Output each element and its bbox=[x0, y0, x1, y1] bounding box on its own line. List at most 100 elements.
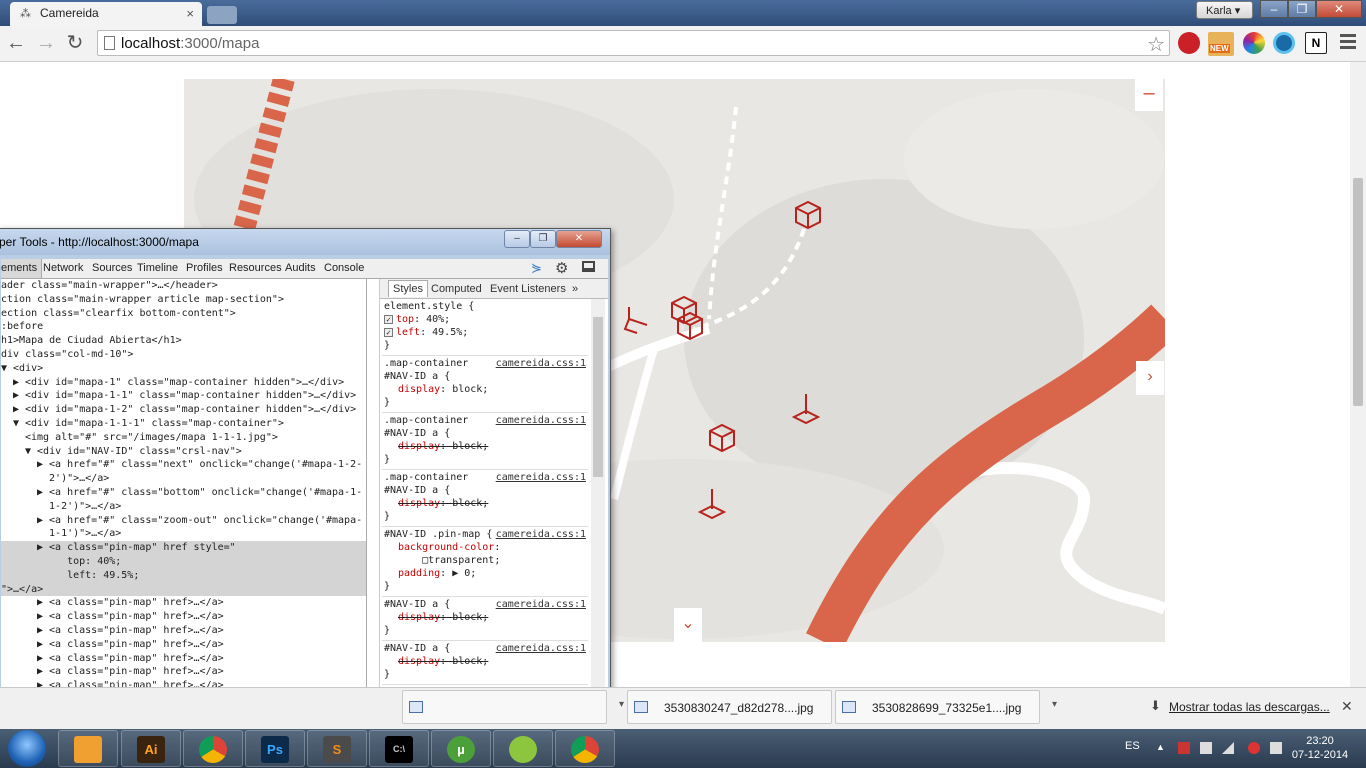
chrome-menu-icon[interactable] bbox=[1340, 34, 1356, 52]
dom-node-line[interactable]: ▶ <div id="mapa-1-2" class="map-containe… bbox=[1, 403, 366, 417]
dom-node-line[interactable]: ▶ <a class="pin-map" href style=" bbox=[1, 541, 366, 555]
css-declaration[interactable]: background-color: bbox=[398, 542, 506, 553]
css-declaration[interactable]: display: block; bbox=[398, 384, 488, 395]
devtools-titlebar[interactable]: per Tools - http://localhost:3000/mapa –… bbox=[0, 229, 610, 255]
dom-node-line[interactable]: <img alt="#" src="/images/mapa 1-1-1.jpg… bbox=[1, 431, 366, 445]
tab-elements[interactable]: ements bbox=[1, 259, 43, 278]
tab-computed[interactable]: Computed bbox=[431, 283, 482, 295]
dom-node-line[interactable]: 2')">…</a> bbox=[1, 472, 366, 486]
zoom-out-button[interactable]: – bbox=[1135, 79, 1163, 111]
taskbar-chrome-2[interactable] bbox=[555, 730, 615, 767]
dom-node-line[interactable]: ▶ <a href="#" class="next" onclick="chan… bbox=[1, 458, 366, 472]
dock-icon[interactable] bbox=[582, 261, 595, 272]
dom-node-line[interactable]: ▶ <a class="pin-map" href>…</a> bbox=[1, 638, 366, 652]
devtools-close-button[interactable]: ✕ bbox=[556, 230, 602, 248]
taskbar-chrome[interactable] bbox=[183, 730, 243, 767]
tray-app-icon[interactable] bbox=[1248, 742, 1260, 754]
taskbar-illustrator[interactable]: Ai bbox=[121, 730, 181, 767]
tab-resources[interactable]: Resources bbox=[229, 262, 282, 274]
dom-node-line[interactable]: ection class="clearfix bottom-content"> bbox=[1, 307, 366, 321]
download-item[interactable]: ▾ bbox=[402, 690, 624, 724]
taskbar-photoshop[interactable]: Ps bbox=[245, 730, 305, 767]
settings-gear-icon[interactable]: ⚙ bbox=[555, 259, 568, 277]
tab-console[interactable]: Console bbox=[324, 262, 364, 274]
css-declaration[interactable]: top: 40%; bbox=[396, 314, 450, 325]
start-button[interactable] bbox=[8, 730, 46, 767]
devtools-maximize-button[interactable]: ❐ bbox=[530, 230, 556, 248]
back-arrow-icon[interactable]: ← bbox=[4, 32, 28, 56]
dom-node-line[interactable]: top: 40%; bbox=[1, 554, 366, 569]
devtools-minimize-button[interactable]: – bbox=[504, 230, 530, 248]
tab-styles[interactable]: Styles bbox=[388, 280, 428, 297]
show-all-downloads-link[interactable]: Mostrar todas las descargas... bbox=[1169, 700, 1330, 714]
dom-node-line[interactable]: left: 49.5%; bbox=[1, 568, 366, 583]
css-rule[interactable]: .map-container camereida.css:1 #NAV-ID a {… bbox=[382, 356, 588, 413]
css-source-link[interactable]: camereida.css:1 bbox=[496, 357, 586, 370]
dropdown-arrow-icon[interactable]: ▾ bbox=[1052, 699, 1057, 710]
dom-node-line[interactable]: 1-2')">…</a> bbox=[1, 500, 366, 514]
bottom-map-button[interactable]: ⌄ bbox=[674, 608, 702, 642]
property-checkbox[interactable]: ✓ bbox=[384, 327, 393, 337]
address-bar[interactable]: localhost:3000/mapa ☆ bbox=[97, 30, 1170, 56]
clock[interactable]: 23:20 07-12-2014 bbox=[1290, 734, 1350, 762]
css-declaration[interactable]: left: 49.5%; bbox=[396, 327, 468, 338]
dom-tree[interactable]: ader class="main-wrapper">…</header> ctio… bbox=[1, 279, 367, 727]
css-rule[interactable]: .map-container camereida.css:1 #NAV-ID a {… bbox=[382, 413, 588, 470]
notion-icon[interactable]: N bbox=[1305, 32, 1327, 54]
window-maximize-button[interactable]: ❐ bbox=[1288, 0, 1316, 18]
tab-event-listeners[interactable]: Event Listeners bbox=[490, 283, 566, 295]
signal-icon[interactable] bbox=[1222, 742, 1234, 754]
new-extension-icon[interactable]: NEW bbox=[1208, 32, 1234, 56]
dom-node-line[interactable]: ▶ <a class="pin-map" href>…</a> bbox=[1, 665, 366, 679]
scrollbar-thumb[interactable] bbox=[1353, 178, 1363, 406]
tab-audits[interactable]: Audits bbox=[285, 262, 316, 274]
tab-close-icon[interactable]: × bbox=[186, 6, 194, 21]
dom-node-line[interactable]: ader class="main-wrapper">…</header> bbox=[1, 279, 366, 293]
css-rule[interactable]: .map-container camereida.css:1 #NAV-ID a {… bbox=[382, 470, 588, 527]
console-drawer-icon[interactable]: ⋟ bbox=[531, 260, 542, 276]
css-rule[interactable]: #NAV-ID a {camereida.css:1 display: block… bbox=[382, 641, 588, 685]
language-indicator[interactable]: ES bbox=[1125, 740, 1140, 752]
css-rule[interactable]: #NAV-ID a {camereida.css:1 display: block… bbox=[382, 597, 588, 641]
property-checkbox[interactable]: ✓ bbox=[384, 314, 393, 324]
dropdown-arrow-icon[interactable]: ▾ bbox=[619, 699, 624, 710]
window-close-button[interactable]: ✕ bbox=[1316, 0, 1362, 18]
dom-node-line[interactable]: 1-1')">…</a> bbox=[1, 527, 366, 541]
window-minimize-button[interactable]: – bbox=[1260, 0, 1288, 18]
css-source-link[interactable]: camereida.css:1 bbox=[496, 471, 586, 484]
more-tabs-icon[interactable]: » bbox=[572, 283, 578, 295]
css-declaration[interactable]: display: block; bbox=[398, 612, 488, 623]
tab-timeline[interactable]: Timeline bbox=[137, 262, 178, 274]
css-rule[interactable]: #NAV-ID .pin-map {camereida.css:1 backgro… bbox=[382, 527, 588, 597]
next-map-button[interactable]: › bbox=[1136, 361, 1164, 395]
taskbar-utorrent[interactable]: µ bbox=[431, 730, 491, 767]
bookmark-star-icon[interactable]: ☆ bbox=[1147, 32, 1165, 57]
pinterest-icon[interactable] bbox=[1178, 32, 1200, 54]
dom-node-line[interactable]: ▼ <div> bbox=[1, 362, 366, 376]
extension-circle-icon[interactable] bbox=[1273, 32, 1295, 54]
dom-node-line[interactable]: ▼ <div id="mapa-1-1-1" class="map-contai… bbox=[1, 417, 366, 431]
dom-node-line[interactable]: ">…</a> bbox=[1, 582, 366, 597]
css-source-link[interactable]: camereida.css:1 bbox=[496, 528, 586, 541]
taskbar-sublime[interactable]: S bbox=[307, 730, 367, 767]
css-declaration[interactable]: display: block; bbox=[398, 498, 488, 509]
css-declaration[interactable]: display: block; bbox=[398, 441, 488, 452]
dom-node-line[interactable]: ▶ <div id="mapa-1-1" class="map-containe… bbox=[1, 389, 366, 403]
volume-icon[interactable] bbox=[1270, 742, 1282, 754]
forward-arrow-icon[interactable]: → bbox=[34, 32, 58, 56]
dom-node-line[interactable]: ▶ <div id="mapa-1" class="map-container … bbox=[1, 376, 366, 390]
network-icon[interactable] bbox=[1200, 742, 1212, 754]
dom-node-line[interactable]: ▶ <a class="pin-map" href>…</a> bbox=[1, 610, 366, 624]
flag-icon[interactable] bbox=[1178, 742, 1190, 754]
css-rule[interactable]: element.style {✓ top: 40%; ✓ left: 49.5%;} bbox=[382, 299, 588, 356]
styles-scrollbar[interactable] bbox=[591, 299, 605, 727]
css-source-link[interactable]: camereida.css:1 bbox=[496, 598, 586, 611]
tab-network[interactable]: Network bbox=[43, 262, 83, 274]
tab-camereida[interactable]: ⁂ Camereida × bbox=[10, 2, 202, 26]
new-tab-button[interactable] bbox=[207, 6, 237, 24]
css-source-link[interactable]: camereida.css:1 bbox=[496, 642, 586, 655]
css-declaration[interactable]: display: block; bbox=[398, 656, 488, 667]
dom-node-line[interactable]: :before bbox=[1, 320, 366, 334]
dom-node-line[interactable]: ▶ <a class="pin-map" href>…</a> bbox=[1, 624, 366, 638]
taskbar-media-player[interactable] bbox=[58, 730, 118, 767]
